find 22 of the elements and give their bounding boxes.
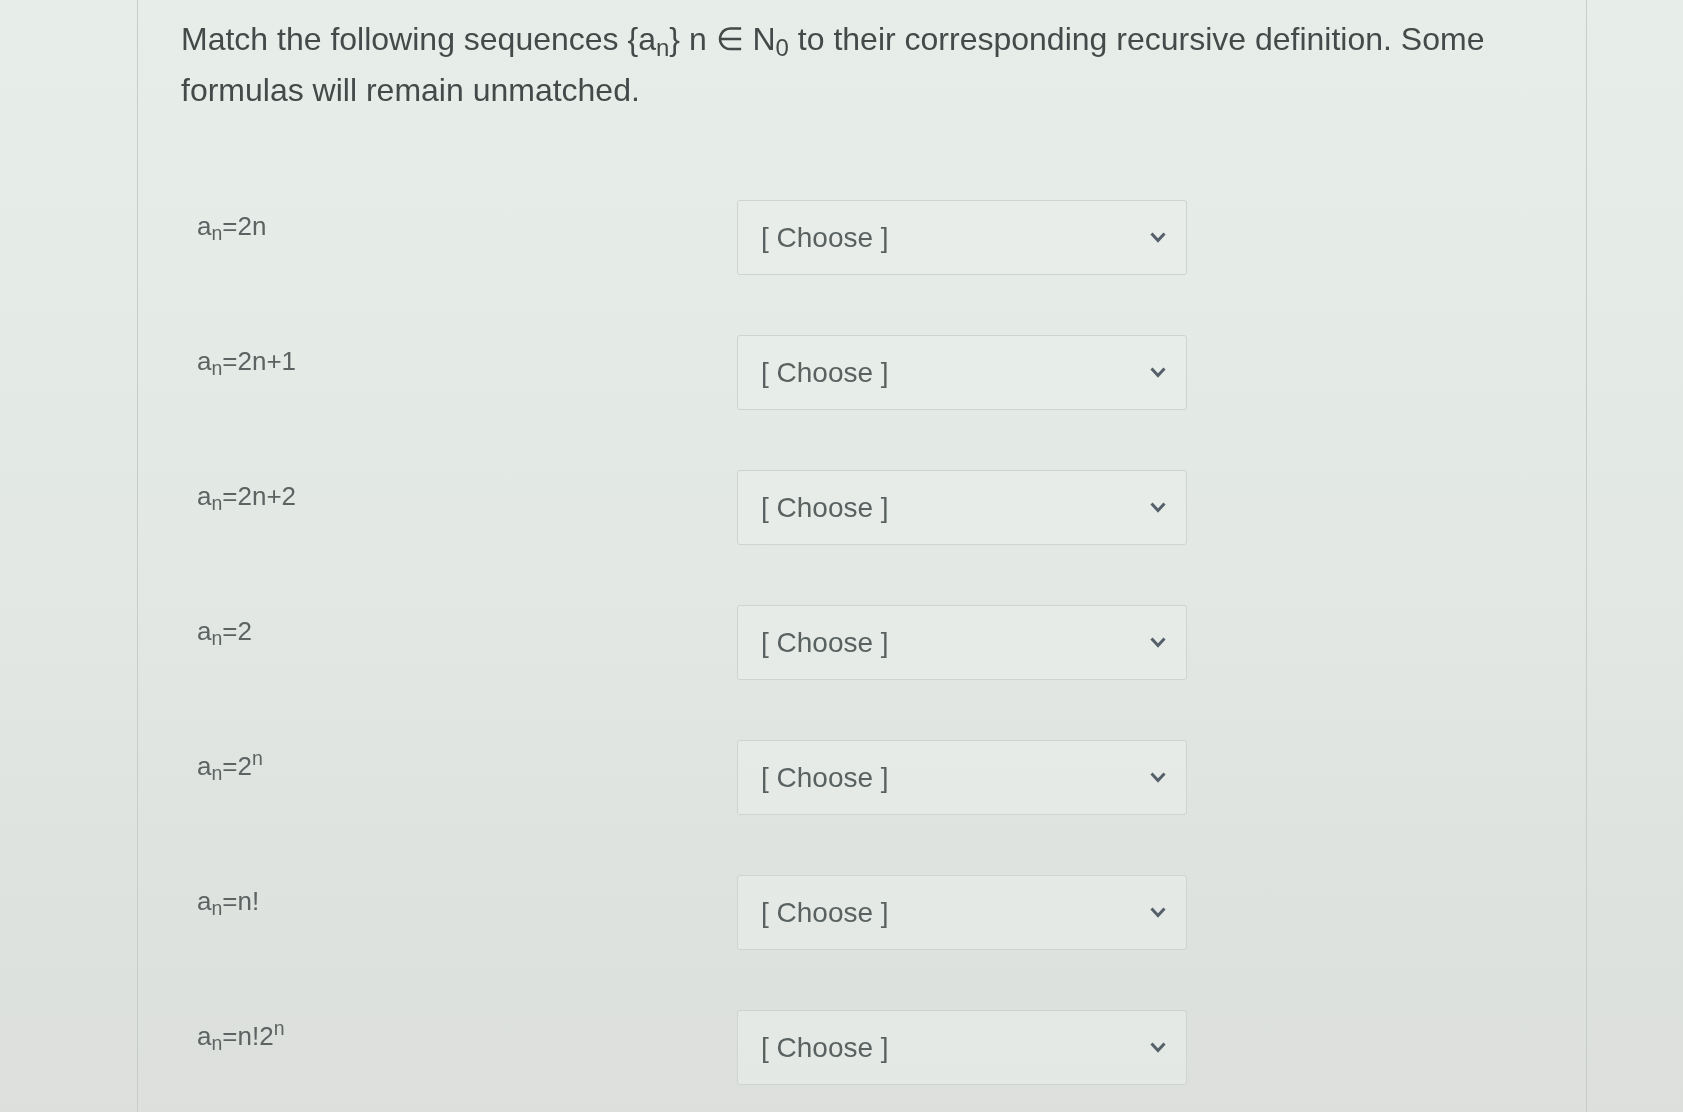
sequence-formula: a$_{n}$=2 bbox=[197, 615, 253, 651]
choose-dropdown[interactable]: [ Choose ] bbox=[737, 1010, 1187, 1085]
choose-dropdown[interactable]: [ Choose ] bbox=[737, 605, 1187, 680]
chevron-down-icon bbox=[1150, 367, 1166, 378]
chevron-down-icon bbox=[1150, 907, 1166, 918]
chevron-down-icon bbox=[1150, 772, 1166, 783]
sequence-formula: a$_{n}$=2n+1 bbox=[197, 345, 298, 381]
sequence-formula: a$_{n}$=2$^{n}$ bbox=[197, 746, 264, 786]
sequence-formula: a$_{n}$=2n bbox=[197, 210, 268, 246]
choose-dropdown[interactable]: [ Choose ] bbox=[737, 470, 1187, 545]
chevron-down-icon bbox=[1150, 1042, 1166, 1053]
choose-dropdown[interactable]: [ Choose ] bbox=[737, 740, 1187, 815]
choose-dropdown[interactable]: [ Choose ] bbox=[737, 200, 1187, 275]
chevron-down-icon bbox=[1150, 232, 1166, 243]
sequence-formula: a$_{n}$=n! bbox=[197, 885, 261, 921]
choose-dropdown[interactable]: [ Choose ] bbox=[737, 335, 1187, 410]
question-prompt: Match the following sequences {a$_{n}$} n ∈ N$_{0}$ to their corresponding recursive definition. Some formulas will remain unmatched. bbox=[181, 20, 1486, 110]
chevron-down-icon bbox=[1150, 502, 1166, 513]
chevron-down-icon bbox=[1150, 637, 1166, 648]
choose-dropdown[interactable]: [ Choose ] bbox=[737, 875, 1187, 950]
sequence-formula: a$_{n}$=n!2$^{n}$ bbox=[197, 1016, 286, 1056]
sequence-formula: a$_{n}$=2n+2 bbox=[197, 480, 298, 516]
